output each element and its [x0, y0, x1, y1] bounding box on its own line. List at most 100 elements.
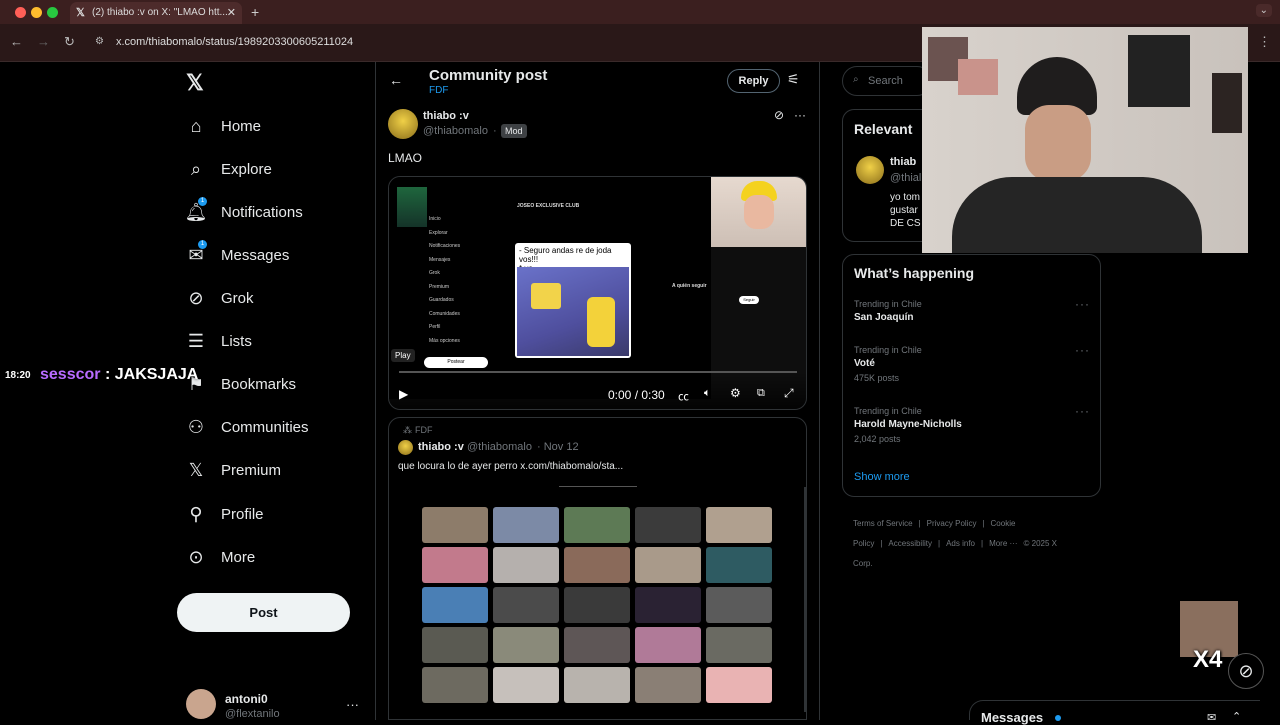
- poster-image: [1212, 73, 1242, 133]
- trend-more-icon[interactable]: ···: [1075, 343, 1090, 357]
- reload-icon[interactable]: ↻: [64, 34, 75, 50]
- nav-item-home[interactable]: ⌂ Home: [186, 108, 261, 144]
- nav-item-explore[interactable]: ⌕ Explore: [186, 151, 272, 187]
- trend-more-icon[interactable]: ···: [1075, 404, 1090, 418]
- settings-gear-icon[interactable]: ⚙: [730, 386, 741, 400]
- minimize-window-button[interactable]: [31, 7, 42, 18]
- video-inner-menu-item: Grok: [429, 270, 440, 276]
- video-inner-menu-item: Más opciones: [429, 337, 460, 344]
- nav-item-lists[interactable]: ☰ Lists: [186, 323, 252, 359]
- nav-item-premium[interactable]: 𝕏 Premium: [186, 452, 281, 488]
- participant-tile: [493, 547, 559, 583]
- nav-item-profile[interactable]: ⚲ Profile: [186, 496, 263, 532]
- search-input[interactable]: ⌕ Search: [842, 66, 932, 96]
- post-handle[interactable]: @thiabomalo: [423, 125, 488, 137]
- nav-item-label: Premium: [221, 461, 282, 479]
- author-avatar[interactable]: [388, 109, 418, 139]
- trend-meta: Trending in Chile: [854, 345, 922, 355]
- grok-icon[interactable]: ⊘: [774, 108, 784, 122]
- quote-community[interactable]: FDF: [415, 425, 433, 435]
- trend-more-icon[interactable]: ···: [1075, 297, 1090, 311]
- participant-tile: [635, 667, 701, 703]
- browser-menu-icon[interactable]: ⋮: [1258, 34, 1271, 50]
- nav-item-more[interactable]: ⊙ More: [186, 539, 255, 575]
- footer-link[interactable]: More ···: [989, 539, 1017, 548]
- trend-posts: 475K posts: [854, 373, 900, 383]
- video-meme-image: [517, 267, 629, 356]
- new-tab-button[interactable]: +: [251, 4, 259, 20]
- quote-author[interactable]: thiabo :v: [418, 441, 464, 453]
- notification-badge: 1: [198, 197, 207, 206]
- quote-scrollbar[interactable]: [804, 487, 806, 712]
- quote-avatar[interactable]: [398, 440, 413, 455]
- footer-link[interactable]: Ads info: [946, 539, 975, 548]
- post-more-icon[interactable]: ···: [794, 108, 806, 122]
- video-inner-follow-title: A quién seguir: [672, 283, 707, 289]
- footer-separator: |: [938, 539, 941, 548]
- participant-tile: [564, 547, 630, 583]
- community-link[interactable]: FDF: [429, 85, 448, 96]
- emote-multiplier: X4: [1193, 646, 1223, 673]
- relevant-name[interactable]: thiab: [890, 156, 916, 168]
- x-logo-icon[interactable]: 𝕏: [186, 70, 204, 96]
- relevant-handle: @thial: [890, 172, 922, 184]
- participant-tile: [706, 587, 772, 623]
- relevant-title: Relevant: [854, 121, 913, 137]
- browser-tab[interactable]: 𝕏 (2) thiabo :v on X: "LMAO htt... ✕: [70, 2, 242, 24]
- volume-icon[interactable]: 🔈︎: [704, 387, 711, 400]
- trend-item[interactable]: Trending in Chile Voté 475K posts ···: [854, 343, 1089, 383]
- webcam-overlay: [922, 27, 1248, 253]
- new-message-icon[interactable]: ✉: [1207, 711, 1216, 724]
- quote-divider: [559, 486, 637, 487]
- x-favicon-icon: 𝕏: [76, 7, 85, 19]
- forward-icon[interactable]: →: [37, 34, 50, 49]
- nav-item-communities[interactable]: ⚇ Communities: [186, 409, 309, 445]
- back-arrow-icon[interactable]: ←: [389, 72, 403, 88]
- post-button[interactable]: Post: [177, 593, 350, 632]
- post-author[interactable]: thiabo :v: [423, 110, 469, 122]
- show-more-link[interactable]: Show more: [854, 471, 910, 483]
- close-tab-icon[interactable]: ✕: [227, 6, 236, 19]
- mod-badge: Mod: [501, 124, 527, 138]
- avatar[interactable]: [186, 689, 216, 719]
- nav-item-bookmarks[interactable]: ⚑ Bookmarks: [186, 366, 296, 402]
- close-window-button[interactable]: [15, 7, 26, 18]
- expand-icon[interactable]: ⌃: [1232, 710, 1241, 723]
- nav-item-label: Communities: [221, 418, 309, 436]
- participant-tile: [635, 627, 701, 663]
- nav-item-grok[interactable]: ⊘ Grok: [186, 280, 253, 316]
- participant-tile: [706, 627, 772, 663]
- url-text[interactable]: x.com/thiabomalo/status/1989203300605211…: [116, 36, 353, 48]
- maximize-window-button[interactable]: [47, 7, 58, 18]
- relevant-people-panel: Relevant thiab @thial yo tom gustar DE C…: [842, 109, 922, 242]
- captions-icon[interactable]: ㏄: [678, 388, 689, 404]
- back-icon[interactable]: ←: [10, 34, 23, 49]
- footer-link[interactable]: Terms of Service: [853, 519, 913, 528]
- participant-tile: [493, 507, 559, 543]
- account-handle: @flextanilo: [225, 708, 280, 720]
- participant-tile: [635, 507, 701, 543]
- tab-list-button[interactable]: ⌄: [1255, 4, 1272, 17]
- footer-link[interactable]: Accessibility: [888, 539, 932, 548]
- account-menu-icon[interactable]: ···: [346, 697, 359, 712]
- site-settings-icon[interactable]: ⚙: [95, 36, 104, 47]
- video-inner-menu-item: Perfil: [429, 324, 441, 330]
- video-progress-track[interactable]: [399, 371, 797, 373]
- people-icon: ⚇: [187, 416, 205, 437]
- trend-item[interactable]: Trending in Chile San Joaquín ···: [854, 297, 1089, 323]
- footer-link[interactable]: Privacy Policy: [927, 519, 977, 528]
- grok-float-button[interactable]: ⊘: [1228, 653, 1264, 689]
- sliders-icon[interactable]: ⚟: [787, 71, 800, 88]
- video-inner-menu-item: Notificaciones: [429, 243, 461, 249]
- messages-drawer[interactable]: Messages ✉ ⌃: [969, 700, 1260, 725]
- trend-item[interactable]: Trending in Chile Harold Mayne-Nicholls 2,…: [854, 404, 1089, 444]
- reply-button[interactable]: Reply: [727, 69, 780, 93]
- nav-item-label: Notifications: [221, 203, 303, 221]
- fullscreen-icon[interactable]: ⤢: [784, 386, 794, 401]
- play-icon[interactable]: ▶: [399, 387, 408, 401]
- relevant-avatar[interactable]: [856, 156, 884, 184]
- quote-handle[interactable]: @thiabomalo: [467, 441, 532, 453]
- video-player[interactable]: Inicio Explorar Notificaciones Mensajes Grok…: [388, 176, 807, 410]
- quote-text: que locura lo de ayer perro x.com/thiabo…: [398, 461, 624, 472]
- pip-icon[interactable]: ⧉: [757, 387, 765, 400]
